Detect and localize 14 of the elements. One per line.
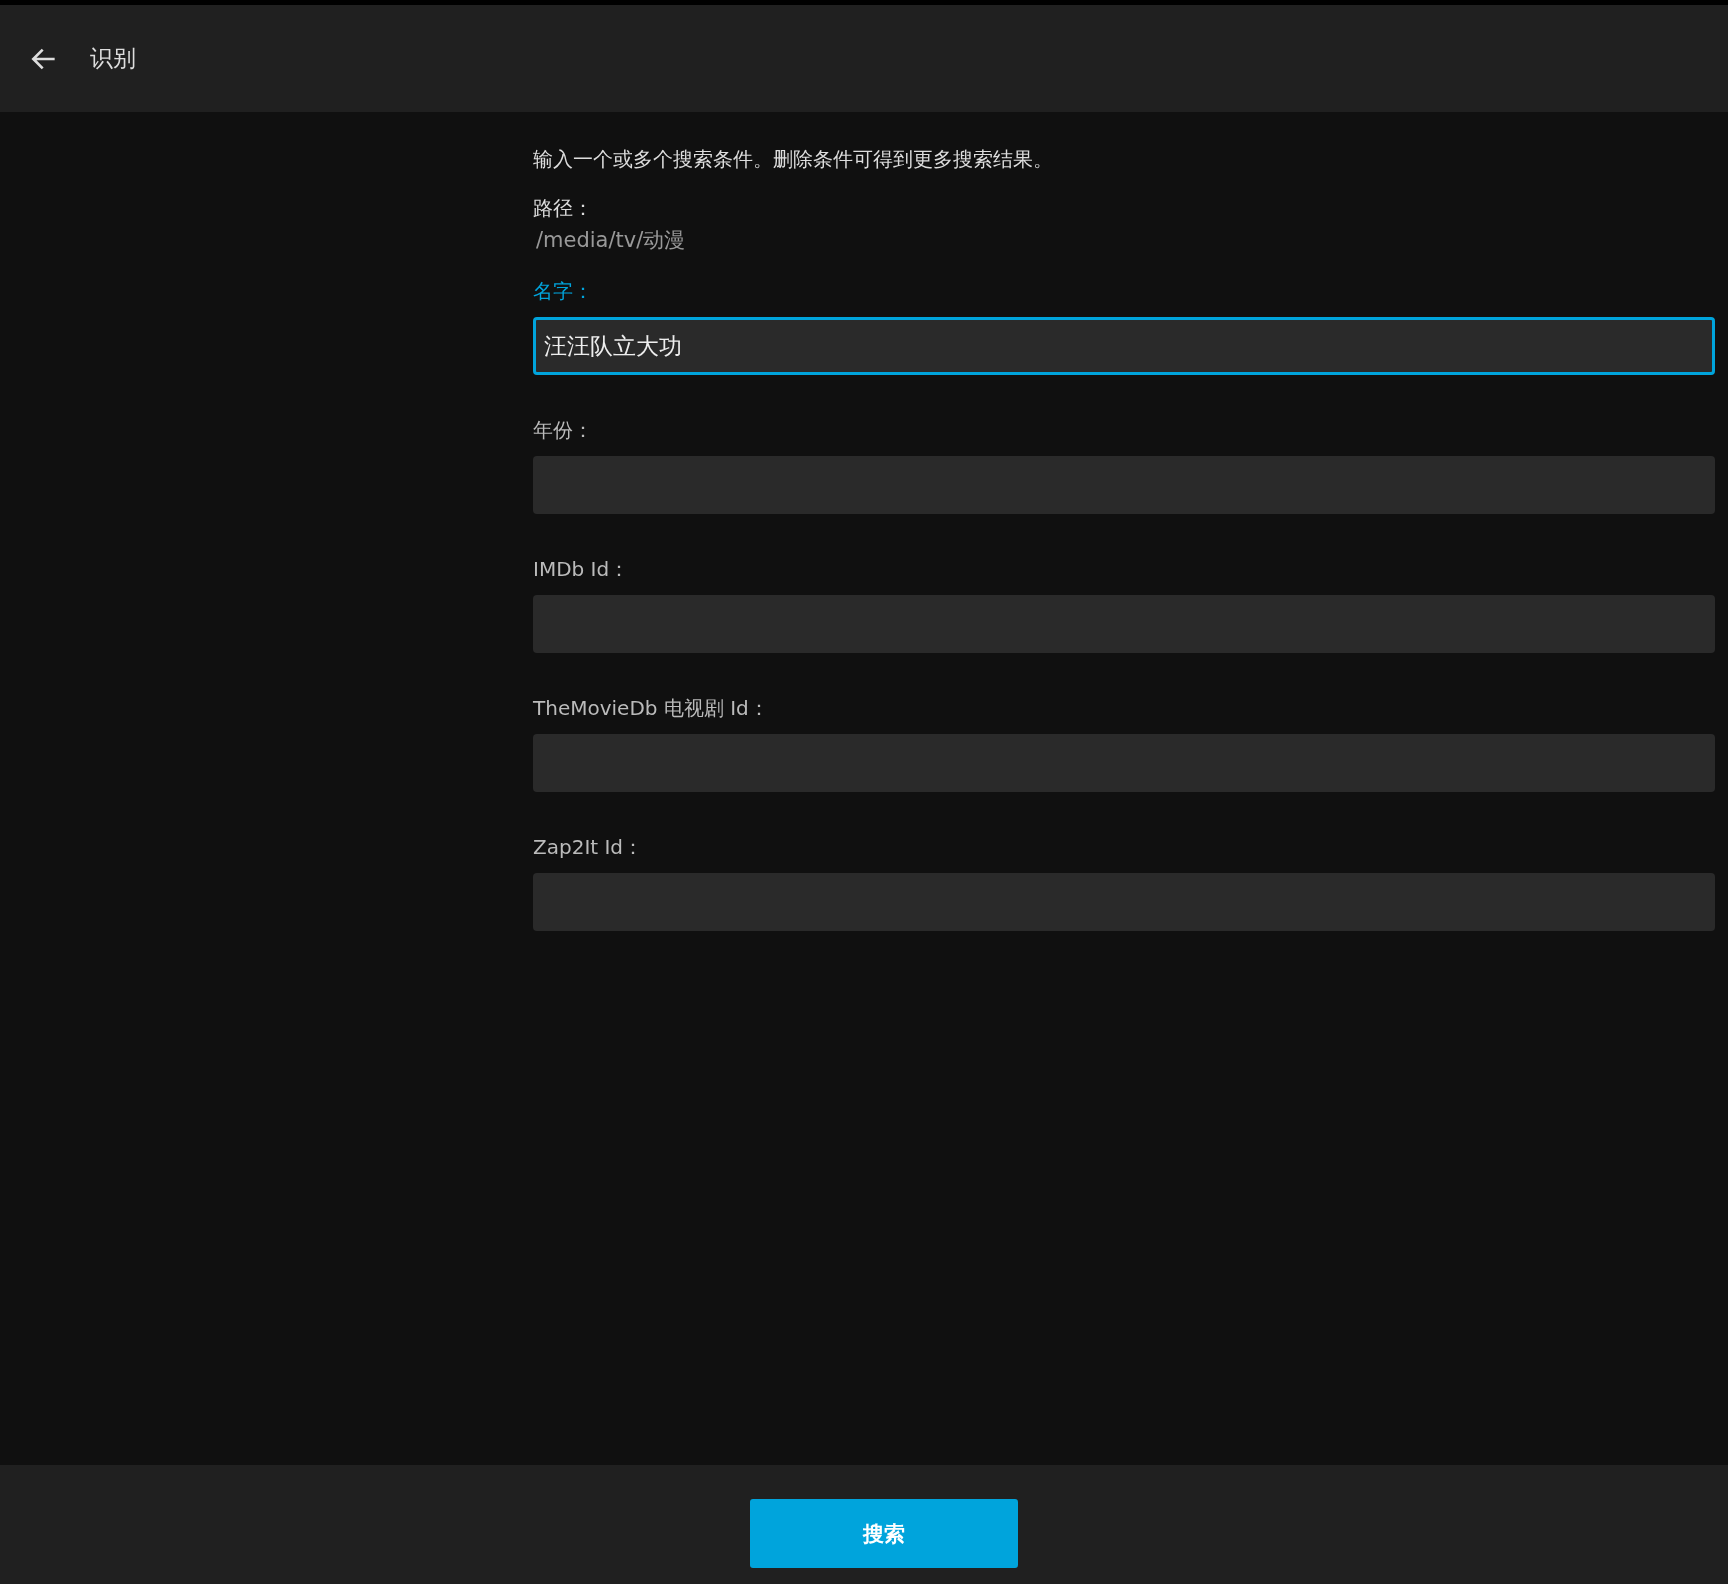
input-field[interactable]: [533, 734, 1715, 792]
input-field[interactable]: [533, 456, 1715, 514]
path-value: /media/tv/动漫: [536, 227, 687, 254]
field-label: IMDb Id：: [533, 556, 631, 583]
path-label: 路径：: [533, 195, 594, 222]
field-label: TheMovieDb 电视剧 Id：: [533, 695, 770, 722]
input-field[interactable]: 汪汪队立大功: [533, 317, 1715, 375]
field-label: 年份：: [533, 417, 594, 444]
input-field[interactable]: [533, 873, 1715, 931]
page-title: 识别: [90, 44, 136, 73]
input-field[interactable]: [533, 595, 1715, 653]
field-label: 名字：: [533, 278, 594, 305]
field-label: Zap2It Id：: [533, 834, 645, 861]
instruction-text: 输入一个或多个搜索条件。删除条件可得到更多搜索结果。: [533, 146, 1054, 173]
